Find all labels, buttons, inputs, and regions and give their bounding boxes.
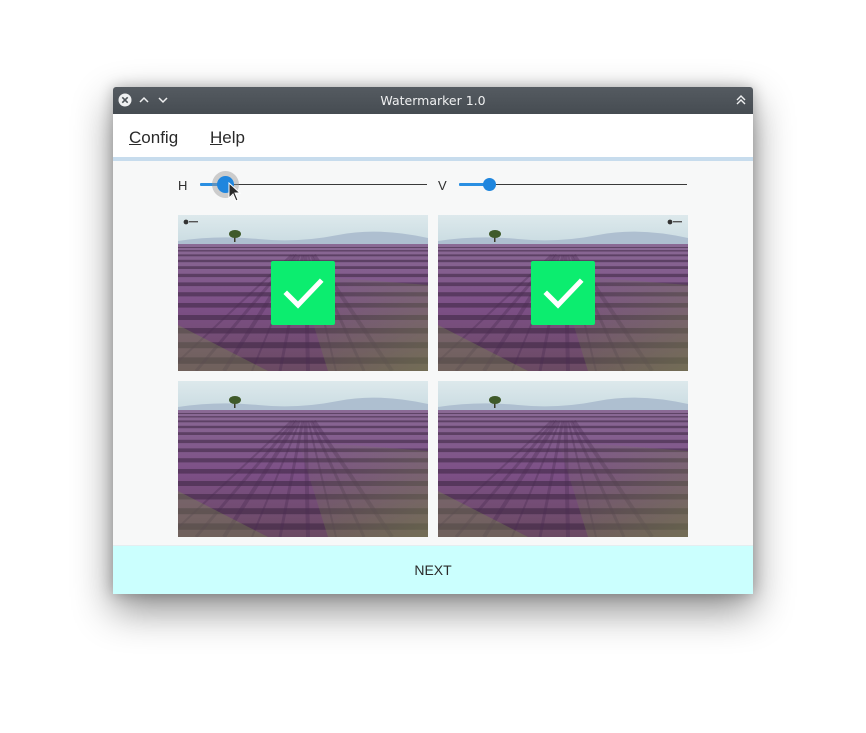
checkmark-icon [531,261,595,325]
image-tile[interactable] [178,381,428,537]
menu-help[interactable]: Help [210,128,245,148]
app-window: Watermarker 1.0 Config Help H V NEXT [113,87,753,594]
slider-handle[interactable] [482,178,496,191]
vertical-slider[interactable] [459,177,687,193]
menu-config-mnemonic: C [129,128,142,147]
next-button[interactable]: NEXT [113,545,753,594]
menu-help-mnemonic: H [210,128,223,147]
menu-config-label: onfig [141,128,179,147]
menu-help-label: elp [222,128,245,147]
image-tile[interactable] [438,215,688,371]
horizontal-slider-label: H [178,178,188,193]
image-tile[interactable] [178,215,428,371]
watermark-logo-icon [667,219,683,227]
watermark-logo-icon [183,219,199,227]
keep-above-icon[interactable] [733,92,749,108]
checkmark-icon [271,261,335,325]
main-content: H V [113,165,753,545]
image-tile[interactable] [438,381,688,537]
menu-bar: Config Help [113,114,753,161]
mouse-cursor-icon [228,182,242,202]
vertical-slider-label: V [438,178,447,193]
menu-config[interactable]: Config [129,128,178,148]
window-title: Watermarker 1.0 [380,93,486,108]
title-bar[interactable]: Watermarker 1.0 [113,87,753,114]
